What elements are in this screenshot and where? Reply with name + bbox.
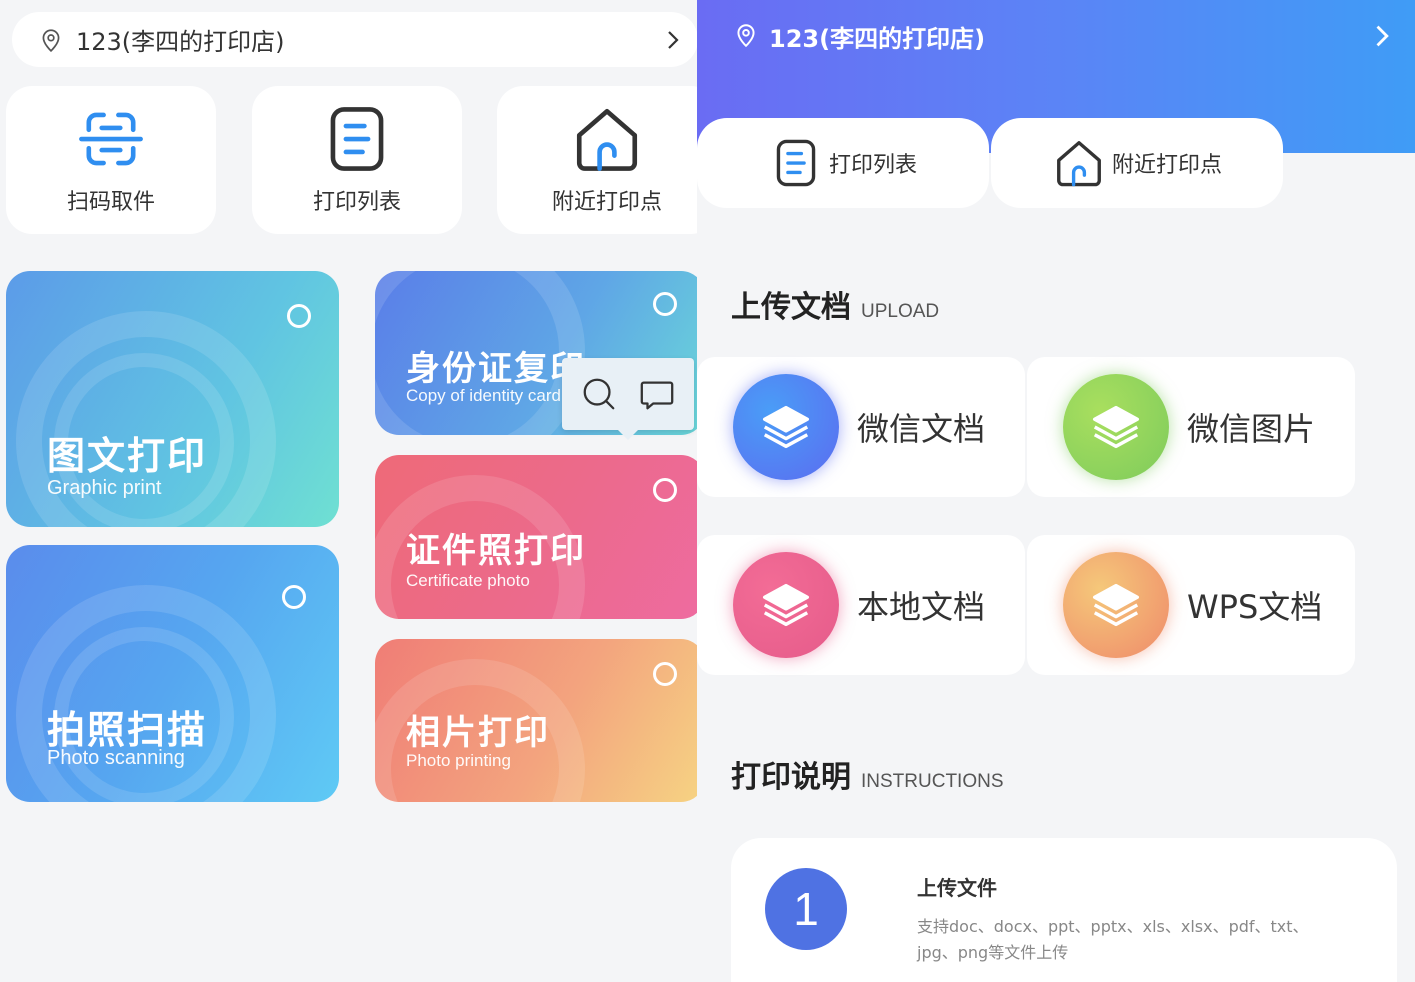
location-bar[interactable]: 123(李四的打印店) <box>12 12 697 67</box>
step-title: 上传文件 <box>917 876 997 900</box>
upload-label: 本地文档 <box>857 588 986 626</box>
home-icon <box>1057 141 1101 187</box>
upload-section-title: 上传文档 UPLOAD <box>731 282 939 326</box>
layers-icon <box>733 552 839 658</box>
chevron-right-icon[interactable] <box>1367 22 1395 50</box>
quick-action-print-list[interactable]: 打印列表 <box>252 86 462 234</box>
layers-icon <box>1063 374 1169 480</box>
quick-action-nearby[interactable]: 附近打印点 <box>991 118 1283 208</box>
layers-icon <box>1063 552 1169 658</box>
left-panel: 123(李四的打印店) 扫码取件 打印列表 附近打印点 图文打印 Graphic… <box>0 0 697 982</box>
action-tooltip <box>562 358 694 440</box>
upload-label: WPS文档 <box>1187 588 1323 626</box>
upload-local-doc[interactable]: 本地文档 <box>697 535 1025 675</box>
quick-action-label: 附近打印点 <box>1111 153 1222 178</box>
instructions-section-title: 打印说明 INSTRUCTIONS <box>731 752 1004 796</box>
upload-label: 微信图片 <box>1187 410 1316 448</box>
card-certificate-photo[interactable]: 证件照打印 Certificate photo <box>375 455 697 619</box>
card-subtitle: Copy of identity card <box>406 386 561 405</box>
card-subtitle: Photo scanning <box>47 747 185 769</box>
quick-action-label: 打印列表 <box>312 190 401 215</box>
section-subtitle: UPLOAD <box>861 301 940 322</box>
list-icon <box>776 139 816 187</box>
upload-wechat-doc[interactable]: 微信文档 <box>697 357 1025 497</box>
layers-icon <box>733 374 839 480</box>
section-subtitle: INSTRUCTIONS <box>861 771 1004 792</box>
quick-action-nearby[interactable]: 附近打印点 <box>497 86 697 234</box>
card-subtitle: Certificate photo <box>406 571 530 590</box>
step-description: 支持doc、docx、ppt、pptx、xls、xlsx、pdf、txt、jpg… <box>917 917 1309 962</box>
card-select-dot[interactable] <box>653 292 677 316</box>
card-graphic-print[interactable]: 图文打印 Graphic print <box>6 271 339 527</box>
quick-action-scan[interactable]: 扫码取件 <box>6 86 216 234</box>
card-subtitle: Photo printing <box>406 751 511 770</box>
store-name: 123(李四的打印店) <box>76 28 285 56</box>
chevron-right-icon <box>668 31 679 49</box>
card-title: 相片打印 <box>406 713 550 753</box>
instruction-step: 1 上传文件 支持doc、docx、ppt、pptx、xls、xlsx、pdf、… <box>731 838 1397 982</box>
comment-icon[interactable] <box>638 375 676 413</box>
section-title: 上传文档 <box>731 290 851 325</box>
card-select-dot[interactable] <box>653 478 677 502</box>
upload-wechat-image[interactable]: 微信图片 <box>1027 357 1355 497</box>
card-select-dot[interactable] <box>287 304 311 328</box>
upload-wps-doc[interactable]: WPS文档 <box>1027 535 1355 675</box>
right-panel: 123(李四的打印店) 打印列表 附近打印点 上传文档 UPLOAD 微信文档 … <box>697 0 1415 982</box>
location-pin-icon <box>42 28 60 52</box>
card-title: 拍照扫描 <box>47 708 208 752</box>
search-icon[interactable] <box>580 375 618 413</box>
upload-label: 微信文档 <box>857 410 986 448</box>
card-select-dot[interactable] <box>653 662 677 686</box>
quick-action-label: 扫码取件 <box>66 190 155 215</box>
section-title: 打印说明 <box>731 760 851 795</box>
card-subtitle: Graphic print <box>47 477 162 499</box>
quick-action-label: 打印列表 <box>828 153 917 178</box>
quick-action-print-list[interactable]: 打印列表 <box>697 118 989 208</box>
list-icon <box>330 107 384 171</box>
card-photo-scanning[interactable]: 拍照扫描 Photo scanning <box>6 545 339 802</box>
card-select-dot[interactable] <box>282 585 306 609</box>
scan-icon <box>79 112 143 166</box>
step-number: 1 <box>765 868 847 950</box>
quick-action-label: 附近打印点 <box>551 190 662 215</box>
card-title: 证件照打印 <box>406 531 586 571</box>
home-icon <box>576 108 638 171</box>
location-pin-icon <box>737 24 755 48</box>
store-name[interactable]: 123(李四的打印店) <box>769 19 985 54</box>
card-title: 身份证复印 <box>406 349 586 389</box>
card-photo-printing[interactable]: 相片打印 Photo printing <box>375 639 697 802</box>
card-title: 图文打印 <box>47 434 208 478</box>
